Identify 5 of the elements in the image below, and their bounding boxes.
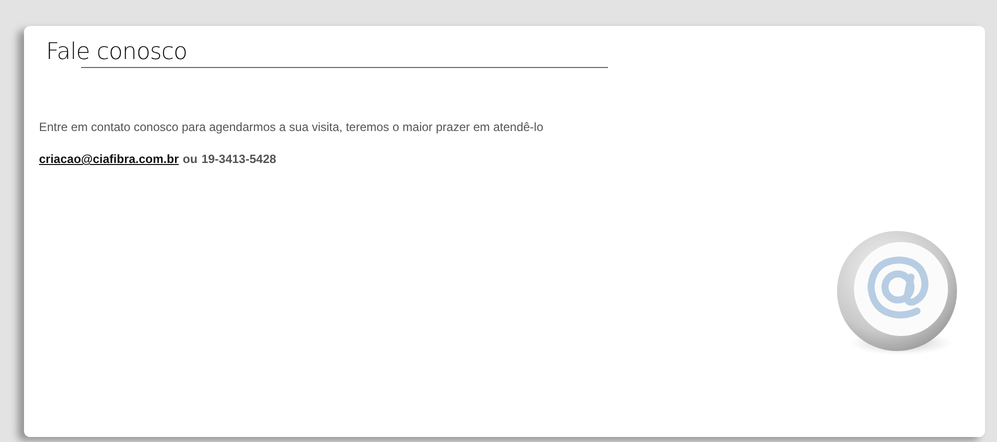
email-link[interactable]: criacao@ciafibra.com.br xyxy=(39,152,179,166)
phone-number: 19-3413-5428 xyxy=(201,152,276,166)
page-title: Fale conosco xyxy=(46,38,188,66)
intro-text: Entre em contato conosco para agendarmos a sua visita, teremos o maior prazer em atendê-lo xyxy=(39,120,544,134)
separator-text: ou xyxy=(182,152,198,166)
